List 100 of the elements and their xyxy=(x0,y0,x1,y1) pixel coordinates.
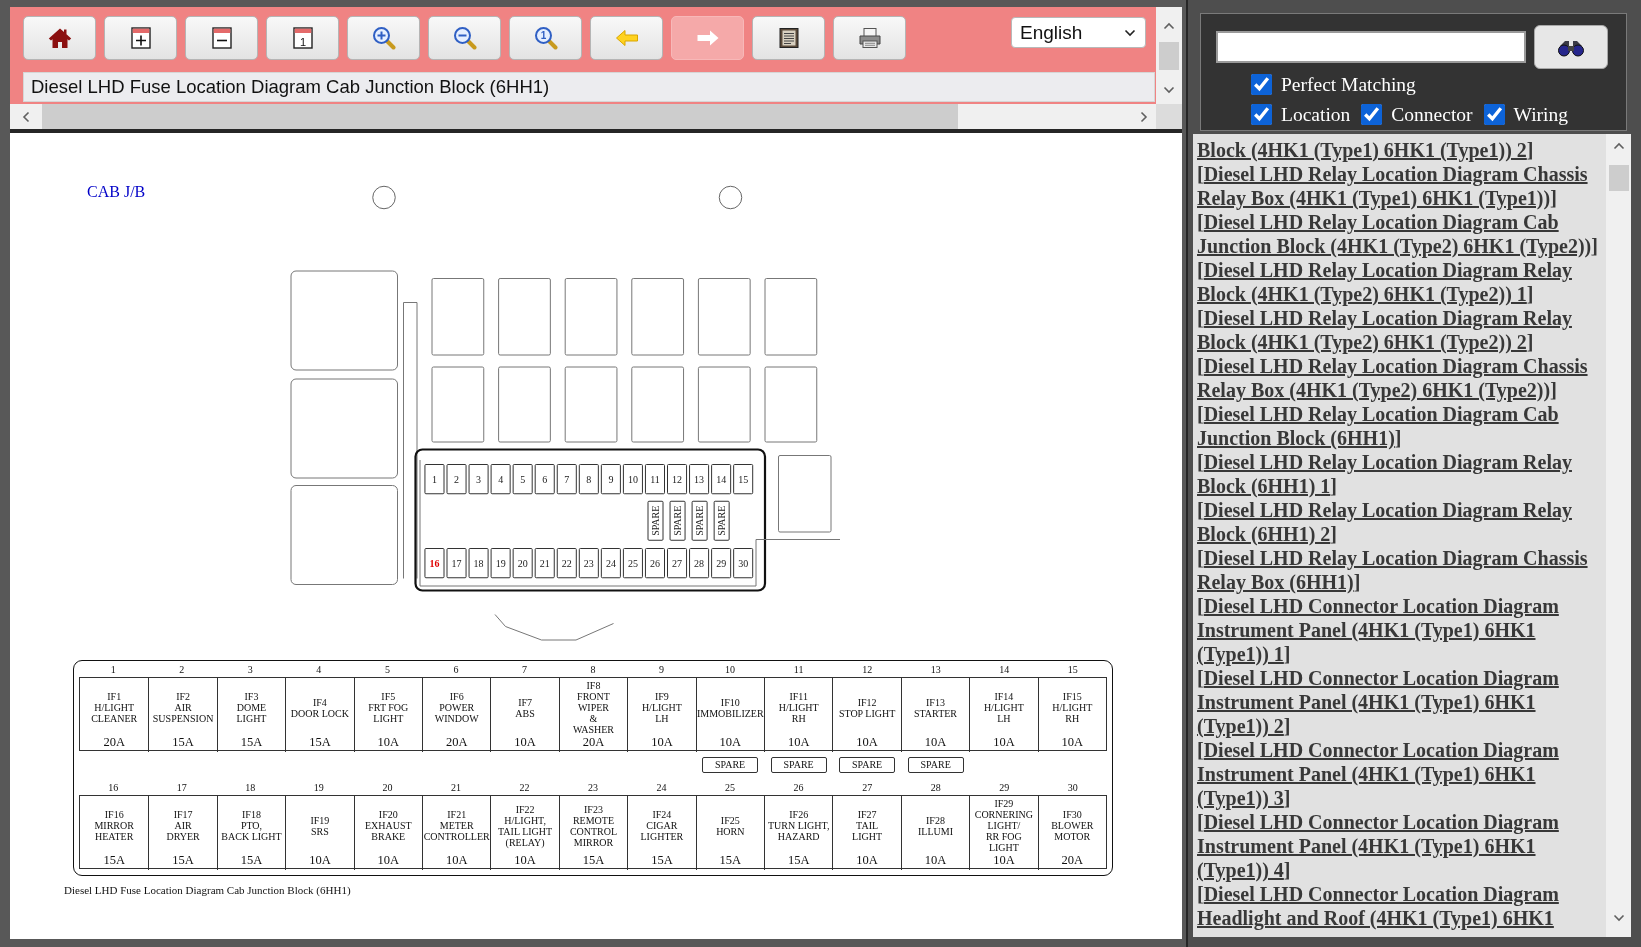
document-link[interactable]: [Diesel LHD Relay Location Diagram Cab Junction Block (6HH1)] xyxy=(1197,402,1604,450)
fuse-label: IF11 H/LIGHT RH xyxy=(778,690,819,724)
fuse-label: IF8 FRONT WIPER & WASHER xyxy=(572,679,615,735)
fuse-label: IF18 PTO, BACK LIGHT xyxy=(221,808,282,842)
checkbox[interactable] xyxy=(1483,104,1505,125)
chevron-down-icon[interactable] xyxy=(1124,28,1136,37)
fuse-number: 3 xyxy=(247,663,253,675)
checkbox-label[interactable]: Location xyxy=(1281,104,1351,125)
zoom-in-icon xyxy=(371,26,396,50)
fuse-rating: 15A xyxy=(240,853,263,867)
fuse-rating: 20A xyxy=(1061,853,1084,867)
fuse-number: 23 xyxy=(588,781,598,793)
checkbox-label[interactable]: Connector xyxy=(1391,104,1473,125)
home-button[interactable] xyxy=(23,16,96,60)
fuse-label: IF23 REMOTE CONTROL MIRROR xyxy=(569,802,618,848)
notebook-icon xyxy=(777,27,800,49)
spare-fuse: SPARE xyxy=(907,757,964,773)
home-icon xyxy=(47,27,72,49)
fuse-slot: 18 xyxy=(468,548,489,579)
document-link[interactable]: [Diesel LHD Relay Location Diagram Cab Junction Block (4HK1 (Type2) 6HK1 (Type2))] xyxy=(1197,210,1604,258)
fuse-slot: 19 xyxy=(490,548,511,579)
fuse-label: IF9 H/LIGHT LH xyxy=(641,690,682,724)
fuse-slot: 21 xyxy=(534,548,555,579)
remove-page-button[interactable] xyxy=(185,16,258,60)
document-link[interactable]: Block (4HK1 (Type1) 6HK1 (Type1)) 2] xyxy=(1197,138,1604,162)
document-link[interactable]: [Diesel LHD Connector Location Diagram Instrument Panel (4HK1 (Type1) 6HK1 (Type1)) 4] xyxy=(1197,810,1604,882)
checkbox-label[interactable]: Perfect Matching xyxy=(1281,74,1416,95)
fuse-number: 24 xyxy=(656,781,667,793)
mounting-hole xyxy=(372,185,396,210)
document-link[interactable]: [Diesel LHD Relay Location Diagram Chassis Relay Box (4HK1 (Type1) 6HK1 (Type1))] xyxy=(1197,162,1604,210)
fuse-number: 25 xyxy=(725,781,736,793)
document-link[interactable]: [Diesel LHD Relay Location Diagram Relay Block (6HH1) 2] xyxy=(1197,498,1604,546)
fuse-rating: 15A xyxy=(103,853,125,867)
chevron-up-icon[interactable] xyxy=(1163,22,1175,30)
chevron-right-icon[interactable] xyxy=(1140,110,1148,123)
scrollbar-corner xyxy=(1156,104,1182,129)
checkbox-label[interactable]: Wiring xyxy=(1513,104,1568,125)
document-link[interactable]: [Diesel LHD Relay Location Diagram Relay Block (4HK1 (Type2) 6HK1 (Type2)) 2] xyxy=(1197,306,1604,354)
fuse-number: 17 xyxy=(176,781,187,793)
fuse-number: 12 xyxy=(862,663,873,675)
block-label: CAB J/B xyxy=(87,182,146,200)
fuse-slot: 24 xyxy=(600,548,621,579)
document-link[interactable]: [Diesel LHD Relay Location Diagram Relay Block (6HH1) 1] xyxy=(1197,450,1604,498)
fuse-slot: 10 xyxy=(622,464,643,495)
document-link[interactable]: [Diesel LHD Connector Location Diagram Instrument Panel (4HK1 (Type1) 6HK1 (Type1)) 1] xyxy=(1197,594,1604,666)
fuse-slot: 22 xyxy=(556,548,577,579)
fuse-slot: 7 xyxy=(556,464,577,495)
checkbox[interactable] xyxy=(1361,104,1383,125)
checkbox[interactable] xyxy=(1251,74,1272,95)
fuse-number: 8 xyxy=(590,663,596,675)
vertical-scrollbar[interactable] xyxy=(1156,7,1182,104)
add-page-button[interactable] xyxy=(104,16,177,60)
actual-size-button[interactable]: 1 xyxy=(509,16,582,60)
scrollbar-thumb[interactable] xyxy=(1159,42,1179,70)
fuse-rating: 15A xyxy=(651,853,673,867)
fuse-label: IF5 FRT FOG LIGHT xyxy=(368,690,409,724)
document-link[interactable]: [Diesel LHD Relay Location Diagram Chassis Relay Box (4HK1 (Type2) 6HK1 (Type2))] xyxy=(1197,354,1604,402)
fuse-number: 5 xyxy=(384,663,390,675)
search-button[interactable] xyxy=(1534,25,1608,69)
vertical-scrollbar[interactable] xyxy=(1606,134,1631,937)
fuse-slot: 5 xyxy=(512,464,533,495)
page-minus-icon xyxy=(211,27,232,49)
fuse-slot: 15 xyxy=(733,464,754,495)
zoom-out-button[interactable] xyxy=(428,16,501,60)
search-field[interactable] xyxy=(1216,31,1526,63)
fuse-label: IF30 BLOWER MOTOR xyxy=(1051,808,1094,842)
document-link[interactable]: [Diesel LHD Connector Location Diagram Headlight and Roof (4HK1 (Type1) 6HK1 xyxy=(1197,882,1604,930)
document-link[interactable]: [Diesel LHD Relay Location Diagram Relay Block (4HK1 (Type2) 6HK1 (Type2)) 1] xyxy=(1197,258,1604,306)
horizontal-scrollbar[interactable] xyxy=(10,104,1156,129)
checkbox[interactable] xyxy=(1251,104,1272,125)
fuse-label: IF3 DOME LIGHT xyxy=(236,690,267,724)
title-field[interactable]: Diesel LHD Fuse Location Diagram Cab Junction Block (6HH1) xyxy=(23,72,1155,102)
fuse-label: IF22 H/LIGHT, TAIL LIGHT (RELAY) xyxy=(498,802,553,848)
chevron-left-icon[interactable] xyxy=(22,110,30,123)
mounting-hole xyxy=(718,185,743,210)
scrollbar-thumb[interactable] xyxy=(42,104,958,129)
fuse-label: IF7 ABS xyxy=(515,695,535,719)
notebook-button[interactable] xyxy=(752,16,825,60)
print-button[interactable] xyxy=(833,16,906,60)
spare-fuse-slot: SPARE xyxy=(647,500,664,541)
fuse-number: 26 xyxy=(793,781,804,793)
page-number-icon: 1 xyxy=(292,27,313,49)
scrollbar-thumb[interactable] xyxy=(1608,165,1629,191)
fuse-slot: 3 xyxy=(468,464,489,495)
fuse-slot: 30 xyxy=(733,548,754,579)
fuse-slot: 13 xyxy=(689,464,710,495)
document-link[interactable]: [Diesel LHD Connector Location Diagram Instrument Panel (4HK1 (Type1) 6HK1 (Type1)) 3] xyxy=(1197,738,1604,810)
fuse-rating: 10A xyxy=(514,853,536,867)
fuse-rating: 15A xyxy=(172,735,194,749)
zoom-in-button[interactable] xyxy=(347,16,420,60)
fuse-rating: 10A xyxy=(377,853,400,867)
fuse-label: IF2 AIR SUSPENSION xyxy=(152,690,214,724)
arrow-right-icon xyxy=(695,29,720,47)
chevron-up-icon[interactable] xyxy=(1612,142,1625,150)
document-link[interactable]: [Diesel LHD Relay Location Diagram Chassis Relay Box (6HH1)] xyxy=(1197,546,1604,594)
fuse-label: IF15 H/LIGHT RH xyxy=(1052,690,1093,724)
document-link[interactable]: [Diesel LHD Connector Location Diagram Instrument Panel (4HK1 (Type1) 6HK1 (Type1)) 2] xyxy=(1197,666,1604,738)
fuse-label: IF24 CIGAR LIGHTER xyxy=(640,808,684,842)
page-one-button[interactable]: 1 xyxy=(266,16,339,60)
language-select[interactable]: English xyxy=(1011,17,1146,48)
